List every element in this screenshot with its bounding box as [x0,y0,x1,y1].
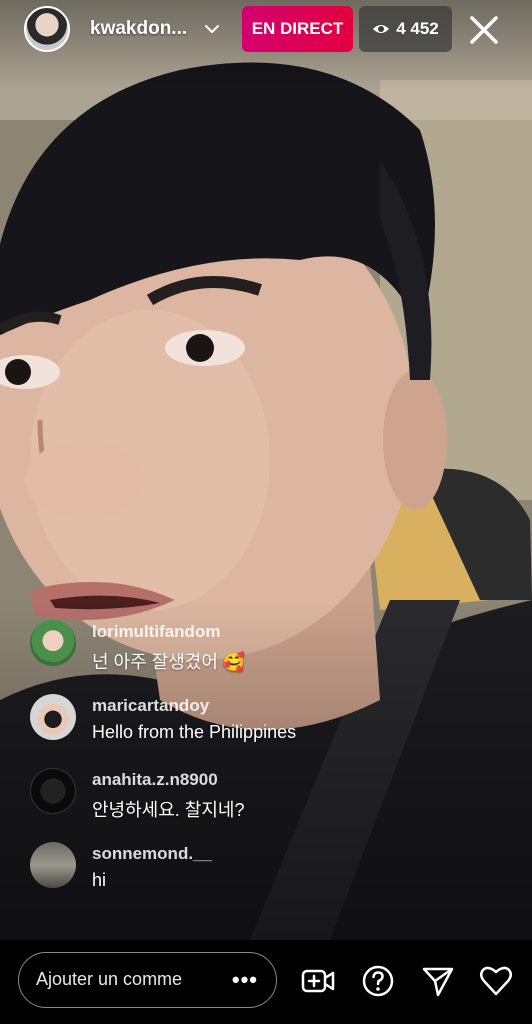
eye-icon [373,25,390,33]
commenter-avatar[interactable] [30,620,76,666]
comment-text: hi [92,870,107,890]
comment-input[interactable]: Ajouter un comme ••• [18,952,277,1008]
comment-item: sonnemond.__ hi [30,840,510,910]
host-avatar[interactable] [24,6,70,52]
more-options-button[interactable]: ••• [232,953,258,1006]
commenter-username[interactable]: sonnemond.__ [92,844,212,864]
comment-text: Hello from the Philippines [92,722,297,742]
heart-icon[interactable] [479,964,513,998]
close-icon[interactable] [466,12,502,48]
comment-input-placeholder: Ajouter un comme [36,969,183,989]
commenter-avatar[interactable] [30,694,76,740]
live-header: kwakdon... EN DIRECT 4 452 [0,0,532,60]
viewer-count-badge[interactable]: 4 452 [359,6,452,52]
chevron-down-icon[interactable] [203,20,221,38]
send-icon[interactable] [421,964,455,998]
comment-item: lorimultifandom 넌 아주 잘생겼어 🥰 [30,618,510,688]
commenter-username[interactable]: anahita.z.n8900 [92,770,218,790]
commenter-username[interactable]: maricartandoy [92,696,209,716]
bottom-action-bar: Ajouter un comme ••• [0,940,532,1024]
comment-item: maricartandoy Hello from the Philippines [30,692,510,762]
commenter-avatar[interactable] [30,842,76,888]
comment-text: 넌 아주 잘생겼어 🥰 [92,652,246,672]
comment-text: 안녕하세요. 찰지네? [92,800,245,820]
live-badge: EN DIRECT [242,6,353,52]
comment-item: anahita.z.n8900 안녕하세요. 찰지네? [30,766,510,836]
commenter-avatar[interactable] [30,768,76,814]
question-icon[interactable] [361,964,395,998]
commenter-username[interactable]: lorimultifandom [92,622,220,642]
viewer-count: 4 452 [396,19,439,38]
video-add-icon[interactable] [301,964,335,998]
host-username[interactable]: kwakdon... [90,18,187,40]
